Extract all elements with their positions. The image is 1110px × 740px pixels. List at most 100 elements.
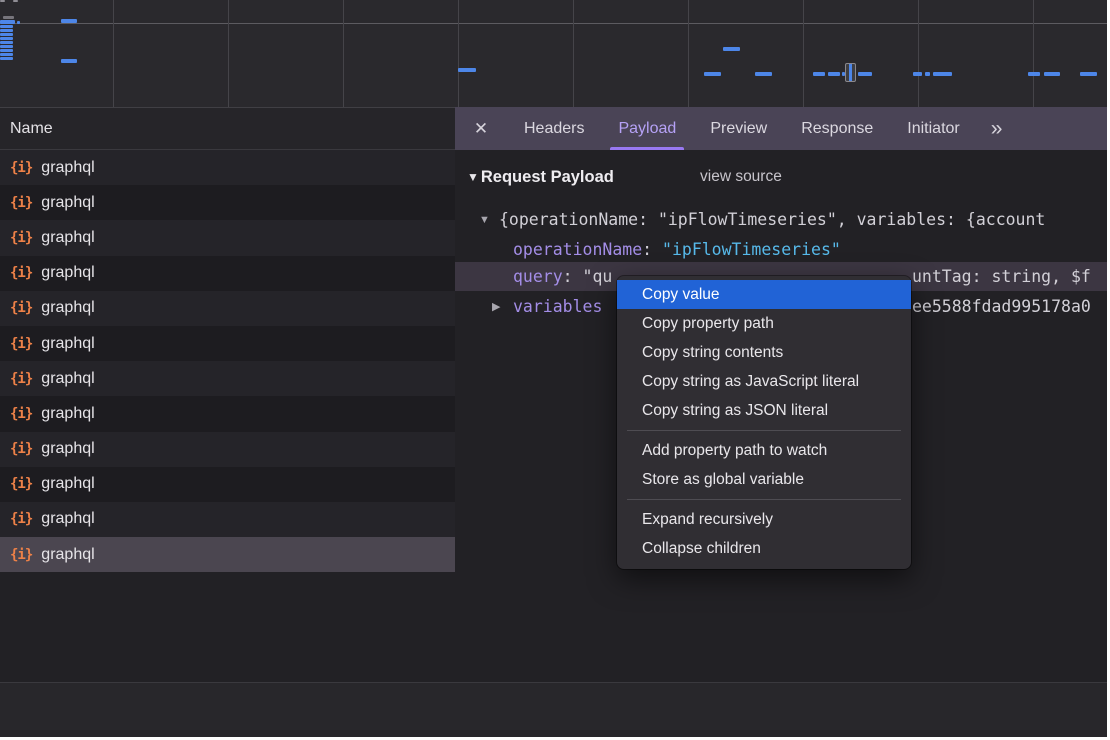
request-row-graphql-2[interactable]: {i} graphql	[0, 185, 455, 220]
request-row-graphql-12[interactable]: {i} graphql	[0, 537, 455, 572]
request-name-label: graphql	[41, 475, 94, 493]
devtools-network-panel: Name {i}graphql{i}graphql{i}graphql{i}gr…	[0, 0, 1107, 737]
request-row-graphql-5[interactable]: {i}graphql	[0, 291, 455, 326]
request-row-graphql-1[interactable]: {i}graphql	[0, 150, 455, 185]
request-name-label: graphql	[41, 299, 94, 317]
request-name-label: graphql	[41, 229, 94, 247]
tab-response[interactable]: Response	[784, 107, 890, 150]
payload-root-row[interactable]: ▼ {operationName: "ipFlowTimeseries", va…	[455, 205, 1107, 234]
request-name-label: graphql	[41, 546, 94, 564]
timeline-request-bar	[1080, 72, 1097, 76]
tab-payload[interactable]: Payload	[601, 107, 693, 150]
timeline-request-bar	[828, 72, 840, 76]
property-value-start: "qu	[583, 267, 613, 286]
timeline-request-bar	[61, 19, 77, 23]
payload-row-operation-text: operationName: "ipFlowTimeseries"	[513, 240, 841, 259]
summary-bar	[0, 683, 1107, 737]
request-name-label: graphql	[41, 194, 94, 212]
payload-row-variables-text: variables	[513, 297, 602, 316]
menu-item-expand-recursively[interactable]: Expand recursively	[617, 505, 911, 534]
request-row-graphql-8[interactable]: {i} graphql	[0, 396, 455, 431]
payload-row-operation-name[interactable]: operationName: "ipFlowTimeseries"	[455, 235, 1107, 264]
timeline-request-bar	[0, 53, 13, 56]
overview-gridline	[458, 0, 459, 107]
section-title: Request Payload	[481, 168, 614, 187]
more-tabs-icon[interactable]: »	[977, 117, 1018, 141]
json-braces-icon: {i}	[10, 336, 32, 352]
menu-item-copy-string-as-json-literal[interactable]: Copy string as JSON literal	[617, 396, 911, 425]
timeline-request-bar	[858, 72, 872, 76]
overview-gridline	[343, 0, 344, 107]
json-braces-icon: {i}	[10, 230, 32, 246]
request-row-graphql-11[interactable]: {i}graphql	[0, 502, 455, 537]
overview-gridline	[1033, 0, 1034, 107]
timeline-request-bar	[0, 29, 13, 32]
request-name-label: graphql	[41, 335, 94, 353]
request-row-graphql-9[interactable]: {i} graphql	[0, 432, 455, 467]
context-menu: Copy valueCopy property pathCopy string …	[617, 276, 911, 569]
request-name-label: graphql	[41, 405, 94, 423]
overview-gridline	[688, 0, 689, 107]
request-row-graphql-10[interactable]: {i}graphql	[0, 467, 455, 502]
detail-tab-bar: ✕ HeadersPayloadPreviewResponseInitiator…	[455, 107, 1107, 150]
json-braces-icon: {i}	[10, 265, 32, 281]
timeline-request-bar	[755, 72, 772, 76]
timeline-request-bar	[17, 21, 20, 24]
expanded-arrow-icon[interactable]: ▼	[479, 214, 490, 226]
request-name-label: graphql	[41, 370, 94, 388]
timeline-request-bar	[813, 72, 825, 76]
tab-preview[interactable]: Preview	[693, 107, 784, 150]
timeline-request-bar	[913, 72, 922, 76]
overview-gridline	[113, 0, 114, 107]
tab-initiator[interactable]: Initiator	[890, 107, 976, 150]
view-source-link[interactable]: view source	[700, 168, 782, 186]
request-row-graphql-3[interactable]: {i} graphql	[0, 220, 455, 255]
payload-row-query-text: query: "qu	[513, 267, 612, 286]
menu-separator	[627, 499, 901, 500]
menu-item-collapse-children[interactable]: Collapse children	[617, 534, 911, 563]
menu-item-add-property-path-to-watch[interactable]: Add property path to watch	[617, 436, 911, 465]
timeline-request-bar	[0, 0, 5, 2]
menu-item-copy-string-contents[interactable]: Copy string contents	[617, 338, 911, 367]
timeline-request-bar	[458, 68, 476, 72]
menu-item-copy-property-path[interactable]: Copy property path	[617, 309, 911, 338]
timeline-request-bar	[0, 20, 15, 24]
request-name-label: graphql	[41, 440, 94, 458]
request-payload-section-header[interactable]: ▼ Request Payload view source	[455, 160, 1107, 194]
collapsed-arrow-icon[interactable]: ▶	[492, 300, 500, 313]
property-key: query	[513, 267, 563, 286]
menu-item-copy-value[interactable]: Copy value	[617, 280, 911, 309]
timeline-request-bar	[0, 41, 13, 44]
json-braces-icon: {i}	[10, 441, 32, 457]
timeline-request-bar	[1028, 72, 1040, 76]
timeline-request-bar	[3, 16, 14, 19]
json-braces-icon: {i}	[10, 511, 32, 527]
detail-tabs: HeadersPayloadPreviewResponseInitiator	[507, 107, 977, 150]
name-column-header-label: Name	[10, 120, 53, 138]
menu-item-copy-string-as-javascript-literal[interactable]: Copy string as JavaScript literal	[617, 367, 911, 396]
section-collapse-icon[interactable]: ▼	[467, 170, 479, 184]
network-overview-timeline[interactable]	[0, 0, 1107, 107]
json-braces-icon: {i}	[10, 195, 32, 211]
timeline-request-bar	[933, 72, 952, 76]
request-rows: {i} graphql {i} graphql {i} graphql {i} graphql…	[0, 150, 455, 572]
overview-event-marker-line	[849, 64, 852, 81]
json-braces-icon: {i}	[10, 160, 32, 176]
overview-gridline	[228, 0, 229, 107]
name-column-header[interactable]: Name	[0, 107, 455, 150]
timeline-request-bar	[0, 37, 13, 40]
timeline-request-bar	[0, 45, 13, 48]
request-row-graphql-6[interactable]: {i} graphql	[0, 326, 455, 361]
menu-item-store-as-global-variable[interactable]: Store as global variable	[617, 465, 911, 494]
payload-object-preview: {operationName: "ipFlowTimeseries", vari…	[499, 210, 1045, 229]
json-braces-icon: {i}	[10, 547, 32, 563]
json-braces-icon: {i}	[10, 406, 32, 422]
request-row-graphql-7[interactable]: {i}graphql	[0, 361, 455, 396]
overview-event-marker	[845, 63, 856, 82]
timeline-request-bar	[0, 49, 13, 52]
tab-headers[interactable]: Headers	[507, 107, 601, 150]
screenshot-canvas: Name {i}graphql{i}graphql{i}graphql{i}gr…	[0, 0, 1110, 740]
property-string-value: "ipFlowTimeseries"	[662, 240, 841, 259]
request-row-graphql-4[interactable]: {i}graphql	[0, 256, 455, 291]
close-icon[interactable]: ✕	[455, 119, 507, 139]
